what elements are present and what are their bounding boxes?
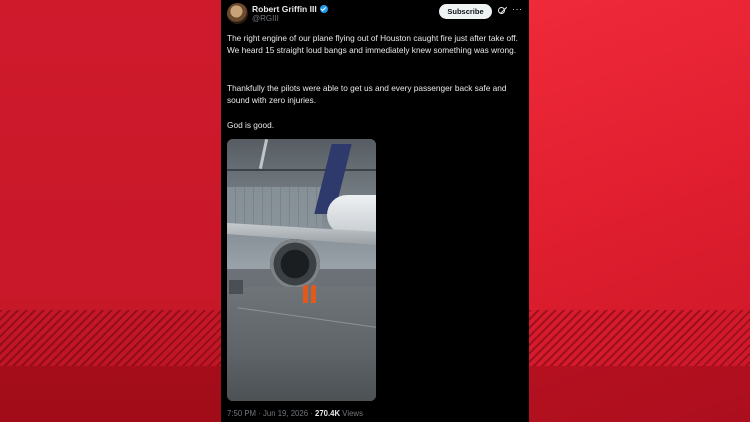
tweet-card: Robert Griffin III @RGIII Subscribe ··· … (221, 0, 529, 422)
subscribe-button[interactable]: Subscribe (439, 4, 492, 19)
tweet-meta: 7:50 PM · Jun 19, 2026 · 270.4K Views (227, 409, 363, 418)
background-stripe-right (529, 310, 750, 366)
photo-plane-fuselage (327, 195, 376, 235)
author-name-row: Robert Griffin III (252, 4, 328, 14)
avatar[interactable] (227, 3, 248, 24)
tweet-paragraph-2: Thankfully the pilots were able to get u… (227, 83, 507, 106)
background-shade-left (0, 366, 221, 422)
photo-plane-engine (270, 239, 320, 289)
author-name[interactable]: Robert Griffin III (252, 4, 317, 14)
photo-terminal (227, 187, 322, 227)
verified-badge-icon (319, 5, 328, 13)
tweet-media-photo[interactable] (227, 139, 376, 401)
photo-tarmac (227, 287, 376, 401)
author-handle[interactable]: @RGIII (252, 14, 279, 23)
photo-ground-cart (229, 280, 243, 294)
photo-ground-worker (303, 285, 308, 303)
tweet-paragraph-3: God is good. (227, 120, 275, 130)
grok-icon[interactable] (498, 7, 505, 14)
photo-window-frame (227, 169, 376, 171)
tweet-paragraph-1: The right engine of our plane flying out… (227, 33, 518, 56)
background-shade-right (529, 366, 750, 422)
background-stripe-left (0, 310, 221, 366)
views-label: Views (340, 409, 363, 418)
tweet-timestamp[interactable]: 7:50 PM · Jun 19, 2026 · (227, 409, 315, 418)
photo-ground-worker (311, 285, 316, 303)
views-count: 270.4K (314, 409, 341, 418)
more-icon[interactable]: ··· (512, 4, 523, 14)
